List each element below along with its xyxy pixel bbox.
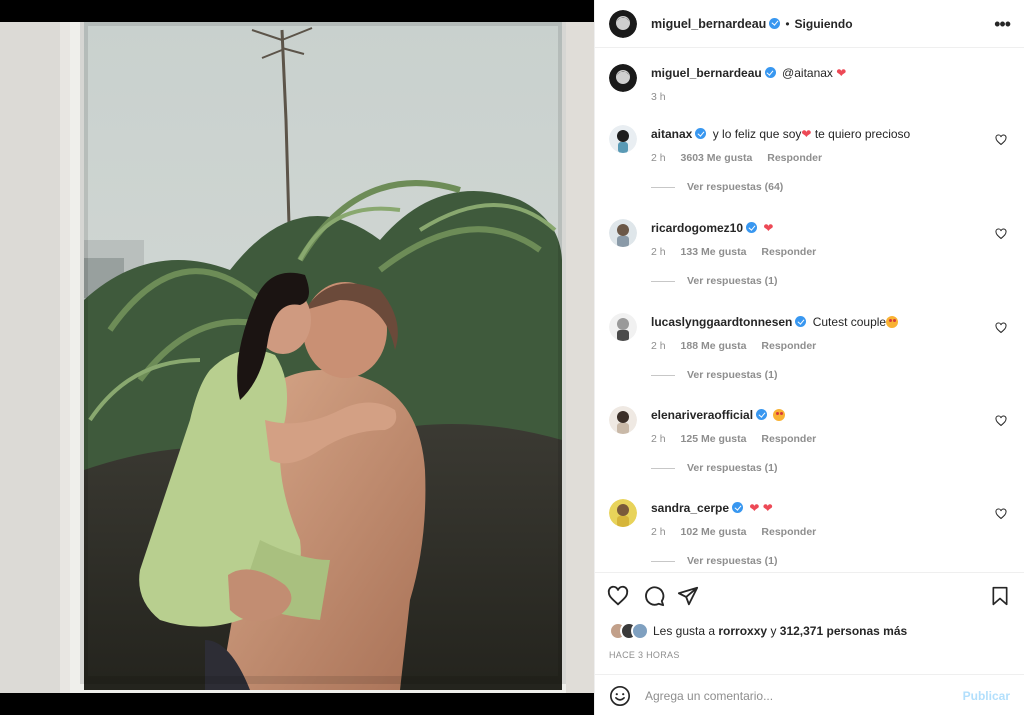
- post-timestamp[interactable]: HACE 3 HORAS: [609, 650, 680, 660]
- verified-badge-icon: [795, 316, 807, 327]
- hearts-emoji: ❤ ❤: [749, 501, 773, 515]
- view-replies-button[interactable]: Ver respuestas (1): [651, 275, 828, 287]
- post-caption: miguel_bernardeau @aitanax ❤ 3 h: [609, 64, 846, 103]
- likes-count[interactable]: 312,371 personas más: [780, 624, 907, 638]
- comment-likes[interactable]: 133 Me gusta: [681, 246, 747, 258]
- add-comment-bar: Publicar: [595, 674, 1024, 715]
- comment-time: 2 h: [651, 152, 666, 164]
- like-comment-heart-icon[interactable]: [995, 134, 1007, 146]
- comment-avatar[interactable]: [609, 125, 637, 153]
- heart-eyes-emoji-icon: [886, 316, 899, 328]
- comment-time: 2 h: [651, 526, 666, 538]
- verified-badge-icon: [732, 502, 744, 513]
- like-comment-heart-icon[interactable]: [995, 322, 1007, 334]
- header-separator: •: [785, 16, 790, 31]
- verified-badge-icon: [764, 67, 776, 78]
- caption-time: 3 h: [651, 91, 666, 103]
- reply-button[interactable]: Responder: [761, 246, 816, 258]
- comment-text: Cutest couple: [812, 315, 887, 329]
- more-horizontal-icon[interactable]: •••: [994, 15, 1011, 33]
- comment-time: 2 h: [651, 340, 666, 352]
- verified-badge-icon: [746, 222, 758, 233]
- comment-username[interactable]: elenariveraofficial: [651, 408, 753, 422]
- comment-time: 2 h: [651, 246, 666, 258]
- comment-time: 2 h: [651, 433, 666, 445]
- comment-item: sandra_cerpe ❤ ❤ 2 h 102 Me gusta Respon…: [609, 499, 1011, 567]
- comment-avatar[interactable]: [609, 499, 637, 527]
- comment-icon[interactable]: [643, 585, 665, 607]
- caption-text[interactable]: @aitanax: [782, 66, 833, 80]
- reply-button[interactable]: Responder: [761, 526, 816, 538]
- verified-badge-icon: [756, 409, 768, 420]
- comment-username[interactable]: sandra_cerpe: [651, 501, 729, 515]
- likes-prefix: Les gusta a: [653, 624, 716, 638]
- author-avatar[interactable]: [609, 9, 637, 38]
- comment-item: ricardogomez10 ❤ 2 h 133 Me gusta Respon…: [609, 219, 1011, 287]
- likes-user[interactable]: rorroxxy: [718, 624, 767, 638]
- like-comment-heart-icon[interactable]: [995, 415, 1007, 427]
- view-replies-button[interactable]: Ver respuestas (1): [651, 555, 828, 567]
- heart-emoji: ❤: [801, 127, 812, 141]
- likers-avatars: [609, 622, 649, 640]
- comment-item: lucaslynggaardtonnesen Cutest couple 2 h…: [609, 313, 1011, 381]
- heart-emoji: ❤: [763, 221, 774, 235]
- verified-badge-icon: [769, 17, 781, 29]
- likes-summary[interactable]: Les gusta a rorroxxy y 312,371 personas …: [609, 622, 907, 640]
- caption-avatar[interactable]: [609, 64, 637, 92]
- comment-input[interactable]: [645, 688, 963, 703]
- like-comment-heart-icon[interactable]: [995, 228, 1007, 240]
- view-replies-button[interactable]: Ver respuestas (64): [651, 181, 910, 193]
- publish-button[interactable]: Publicar: [963, 689, 1010, 703]
- action-buttons-row: [607, 583, 1012, 609]
- reply-button[interactable]: Responder: [767, 152, 822, 164]
- comment-avatar[interactable]: [609, 219, 637, 247]
- comments-list[interactable]: miguel_bernardeau @aitanax ❤ 3 h aitanax…: [595, 49, 1024, 572]
- instagram-post-modal: miguel_bernardeau • Siguiendo ••• miguel…: [0, 0, 1024, 715]
- comment-username[interactable]: lucaslynggaardtonnesen: [651, 315, 792, 329]
- comment-likes[interactable]: 125 Me gusta: [681, 433, 747, 445]
- comment-text-continued: te quiero precioso: [811, 127, 911, 141]
- reply-button[interactable]: Responder: [761, 340, 816, 352]
- caption-username[interactable]: miguel_bernardeau: [651, 66, 762, 80]
- comment-item: elenariveraofficial 2 h 125 Me gusta Res…: [609, 406, 1011, 474]
- post-header: miguel_bernardeau • Siguiendo •••: [595, 0, 1024, 48]
- heart-eyes-emoji-icon: [773, 409, 786, 421]
- comment-username[interactable]: aitanax: [651, 127, 692, 141]
- follow-status-button[interactable]: Siguiendo: [795, 17, 853, 31]
- reply-button[interactable]: Responder: [761, 433, 816, 445]
- comment-avatar[interactable]: [609, 313, 637, 341]
- likes-conjunction: y: [770, 624, 777, 638]
- comment-likes[interactable]: 102 Me gusta: [681, 526, 747, 538]
- comment-username[interactable]: ricardogomez10: [651, 221, 743, 235]
- view-replies-button[interactable]: Ver respuestas (1): [651, 369, 898, 381]
- smiley-icon[interactable]: [609, 685, 631, 707]
- comment-likes[interactable]: 3603 Me gusta: [681, 152, 753, 164]
- comment-avatar[interactable]: [609, 406, 637, 434]
- photo-illustration: [0, 0, 594, 715]
- comment-item: aitanax y lo feliz que soy❤ te quiero pr…: [609, 125, 1011, 193]
- share-icon[interactable]: [677, 585, 699, 607]
- view-replies-button[interactable]: Ver respuestas (1): [651, 462, 828, 474]
- post-sidebar: miguel_bernardeau • Siguiendo ••• miguel…: [594, 0, 1024, 715]
- author-username[interactable]: miguel_bernardeau: [651, 17, 781, 31]
- comment-text: y lo feliz que soy: [712, 127, 802, 141]
- heart-icon[interactable]: [607, 585, 629, 607]
- post-photo[interactable]: [0, 0, 594, 715]
- post-actions: Les gusta a rorroxxy y 312,371 personas …: [595, 572, 1024, 715]
- heart-emoji: ❤: [836, 66, 847, 80]
- like-comment-heart-icon[interactable]: [995, 508, 1007, 520]
- verified-badge-icon: [695, 128, 707, 139]
- bookmark-icon[interactable]: [990, 585, 1010, 607]
- comment-likes[interactable]: 188 Me gusta: [681, 340, 747, 352]
